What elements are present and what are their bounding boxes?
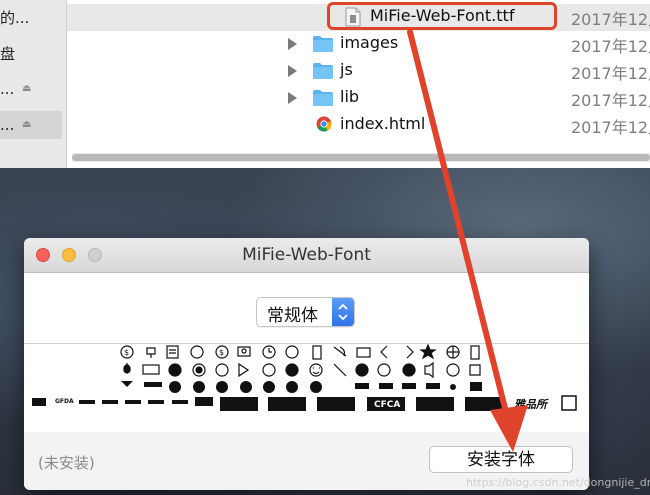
annotation-arrow: [407, 29, 528, 452]
arrow-shaft: [407, 29, 511, 423]
watermark-text: https://blog.csdn.net/dongnijie_dream: [466, 476, 650, 489]
arrow-head: [490, 405, 528, 452]
